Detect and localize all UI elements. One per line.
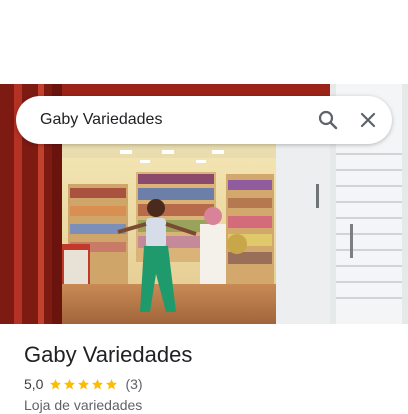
place-title: Gaby Variedades	[24, 342, 193, 367]
star-icon	[92, 378, 104, 389]
star-icon	[106, 378, 118, 389]
star-icon	[64, 378, 76, 389]
search-input[interactable]: Gaby Variedades	[40, 110, 162, 130]
star-icon	[78, 378, 90, 389]
search-bar[interactable]: Gaby Variedades	[16, 96, 392, 144]
top-blank-area	[0, 0, 408, 84]
close-icon[interactable]	[356, 108, 380, 132]
review-count[interactable]: (3)	[125, 376, 142, 392]
rating-value: 5,0	[24, 376, 44, 392]
star-rating	[49, 378, 119, 391]
star-icon	[50, 378, 62, 389]
rating-row[interactable]: 5,0 (3)	[24, 375, 143, 393]
place-category[interactable]: Loja de variedades	[24, 396, 142, 414]
search-icon[interactable]	[316, 108, 340, 132]
